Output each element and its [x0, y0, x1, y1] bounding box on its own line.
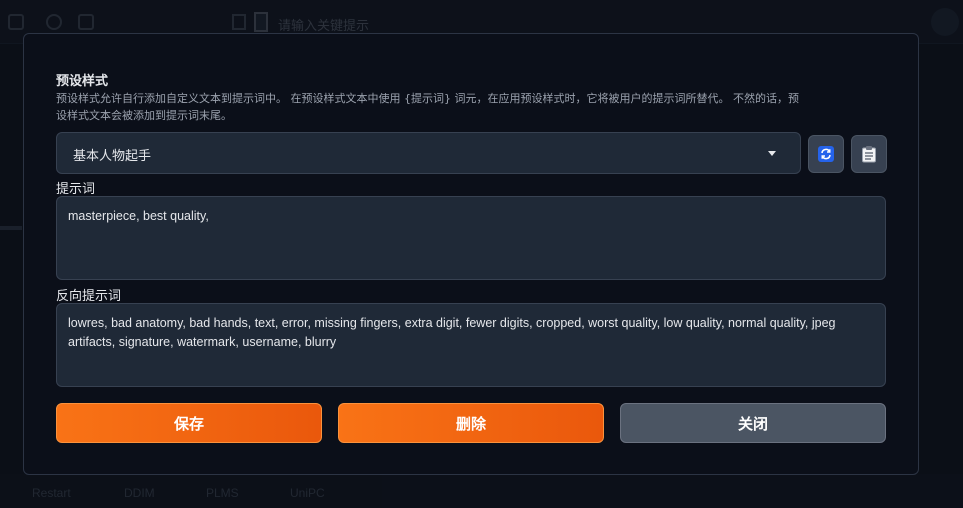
background-hint: 请输入关键提示: [278, 19, 370, 34]
save-button[interactable]: 保存: [56, 403, 322, 443]
background-sampler-tabs: Restart DDIM PLMS UniPC: [0, 474, 963, 508]
background-bar: [0, 226, 22, 230]
prompt-textarea[interactable]: masterpiece, best quality,: [56, 196, 886, 280]
background-icon: [8, 14, 24, 30]
chevron-down-icon: [768, 151, 776, 156]
background-icon: [46, 14, 62, 30]
refresh-button[interactable]: [808, 135, 844, 173]
delete-button[interactable]: 删除: [338, 403, 604, 443]
modal-description: 预设样式允许自行添加自定义文本到提示词中。 在预设样式文本中使用 {提示词} 词…: [56, 92, 799, 122]
close-button[interactable]: 关闭: [620, 403, 886, 443]
sampler-tab: UniPC: [290, 486, 325, 500]
style-select-value: 基本人物起手: [73, 149, 152, 164]
modal-title: 预设样式: [56, 74, 109, 89]
background-checkbox: [232, 14, 246, 30]
clipboard-icon: [862, 146, 876, 163]
style-select[interactable]: 基本人物起手: [56, 132, 801, 174]
prompt-label: 提示词: [56, 182, 96, 197]
background-avatar: [931, 8, 959, 36]
paste-button[interactable]: [851, 135, 887, 173]
style-preset-modal: 预设样式 预设样式允许自行添加自定义文本到提示词中。 在预设样式文本中使用 {提…: [23, 33, 919, 475]
refresh-icon: [818, 146, 834, 162]
negative-prompt-label: 反向提示词: [56, 289, 122, 304]
sampler-tab: DDIM: [124, 486, 155, 500]
background-icon: [78, 14, 94, 30]
sampler-tab: Restart: [32, 486, 71, 500]
sampler-tab: PLMS: [206, 486, 239, 500]
negative-prompt-textarea[interactable]: lowres, bad anatomy, bad hands, text, er…: [56, 303, 886, 387]
background-checkbox: [254, 12, 268, 32]
